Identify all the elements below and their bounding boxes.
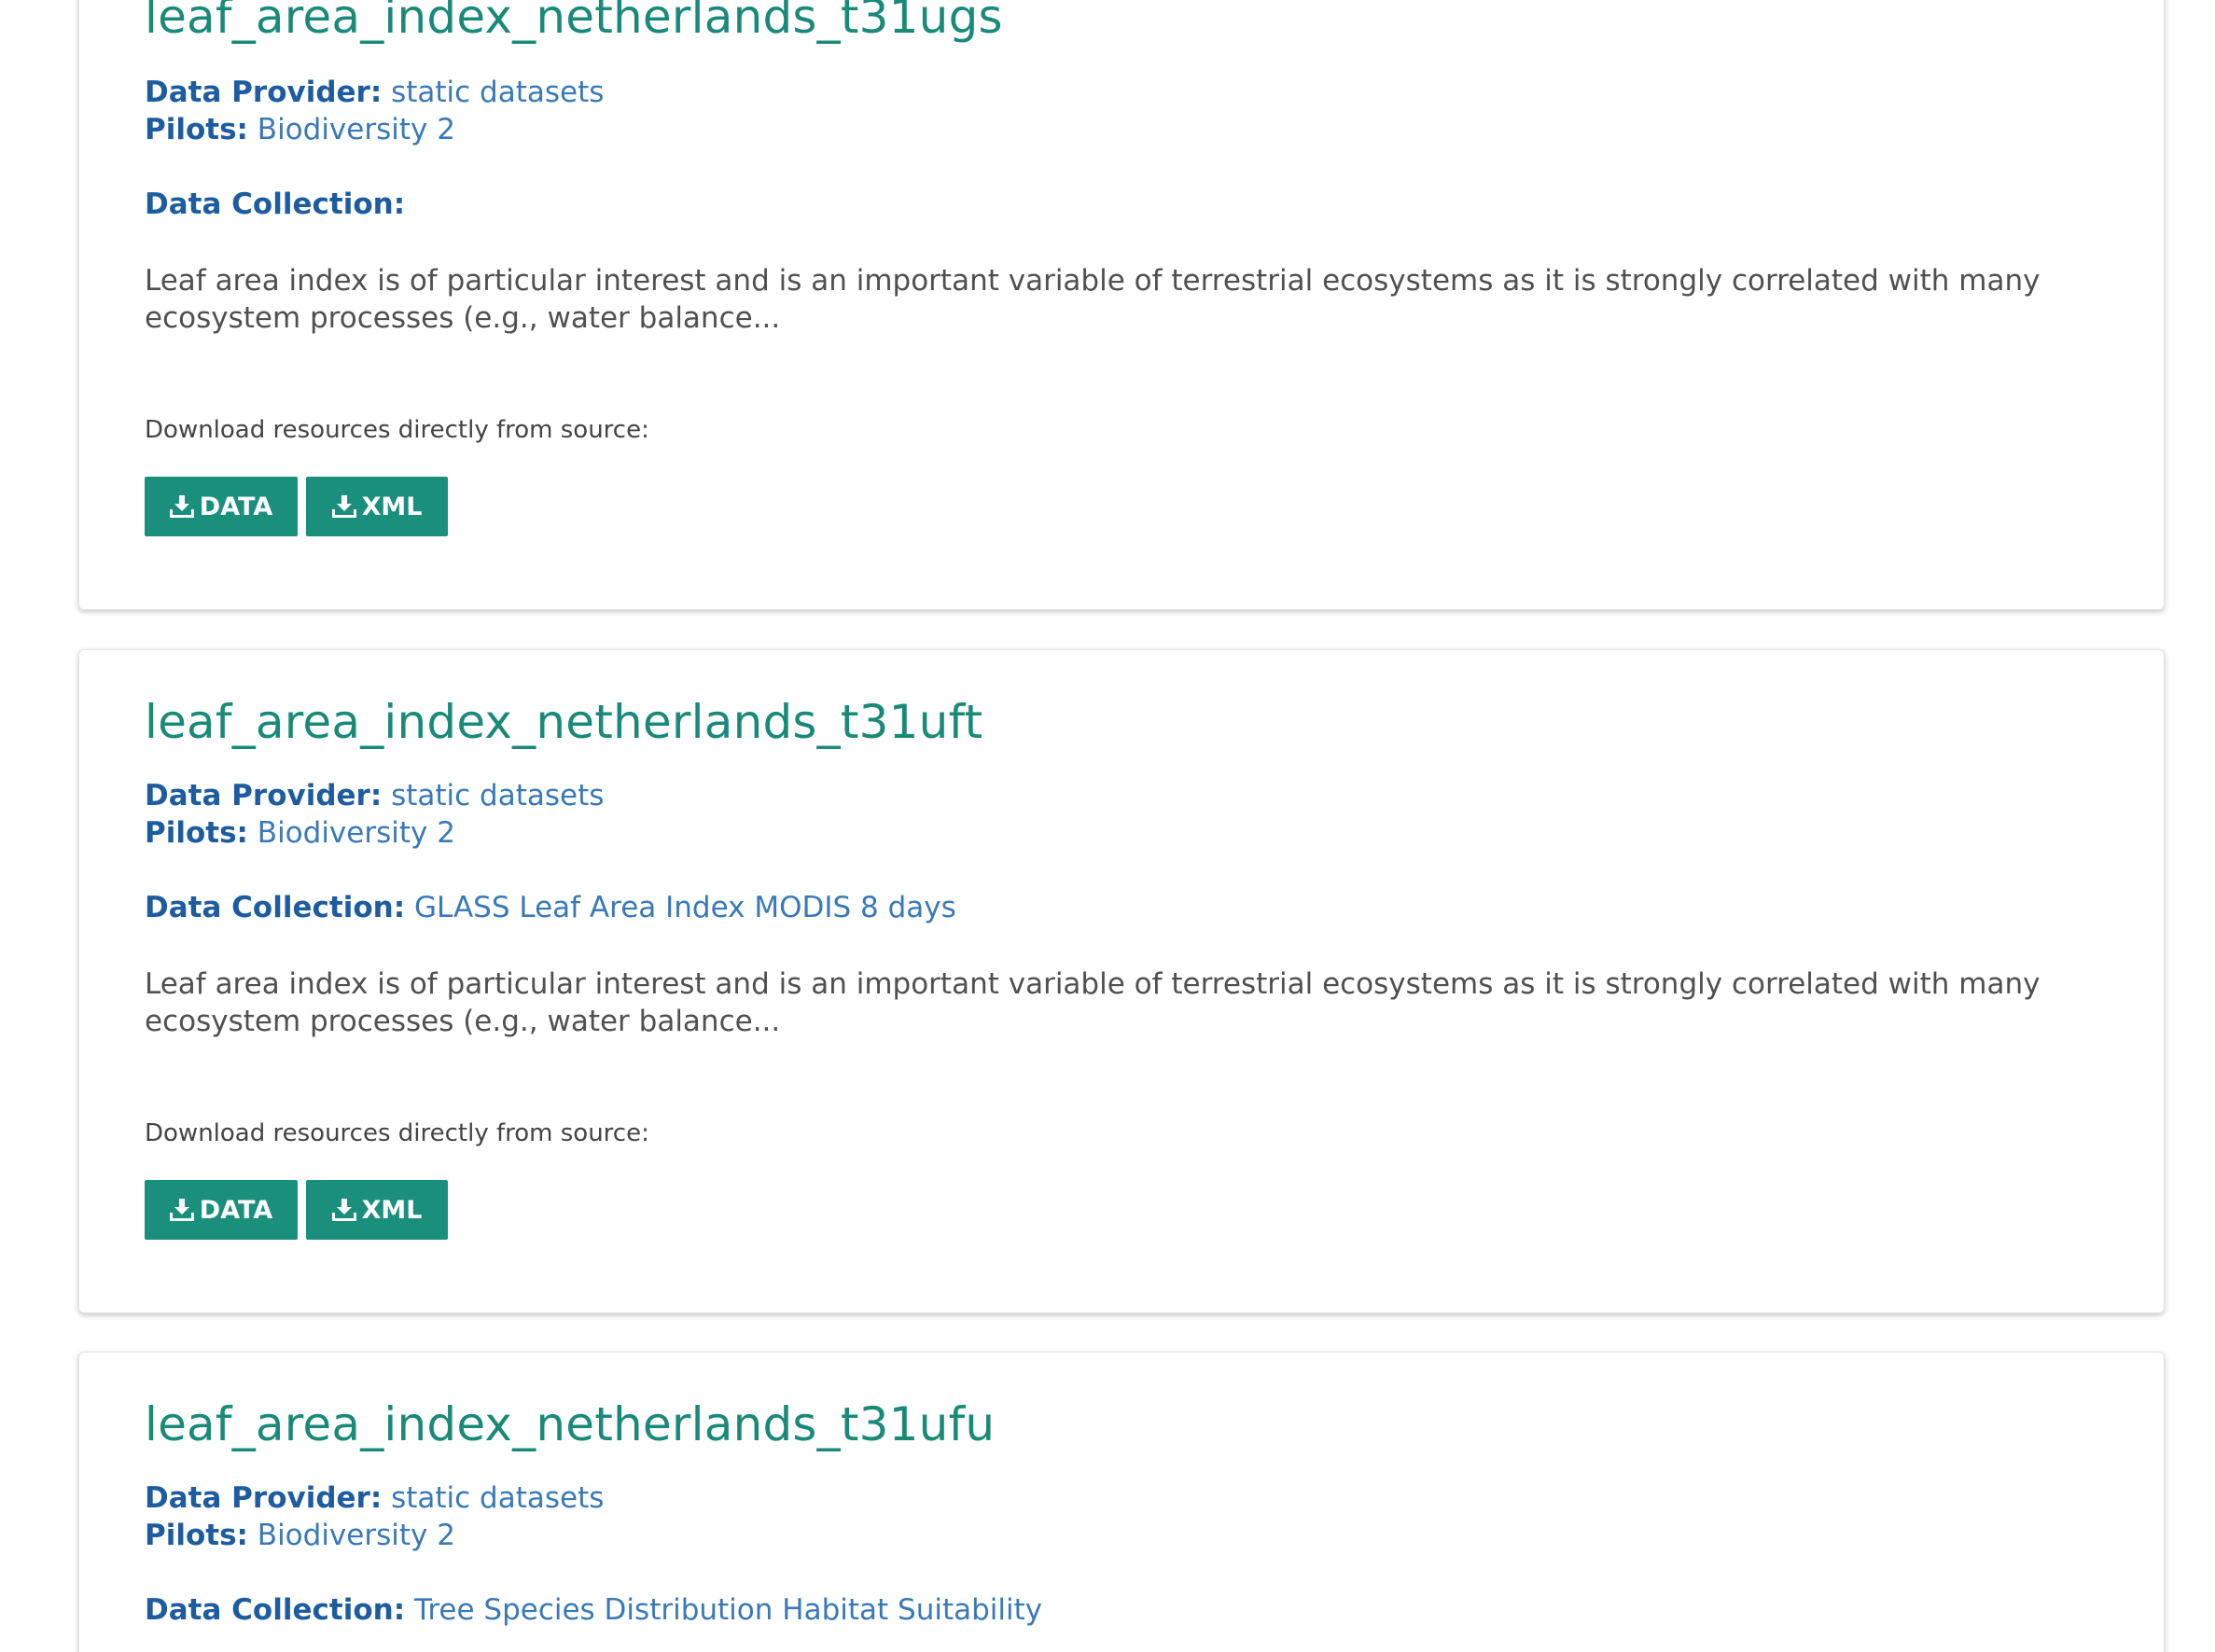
data-provider-label: Data Provider:	[145, 76, 383, 109]
download-buttons: DATA XML	[145, 1180, 448, 1240]
data-collection-link[interactable]: GLASS Leaf Area Index MODIS 8 days	[414, 891, 956, 924]
data-collection-label: Data Collection:	[145, 187, 406, 221]
pilots-link[interactable]: Biodiversity 2	[258, 113, 455, 146]
download-icon	[331, 495, 356, 518]
pilots-label: Pilots:	[145, 113, 248, 146]
download-label: Download resources directly from source:	[145, 1119, 649, 1147]
data-collection-label: Data Collection:	[145, 1593, 406, 1627]
download-data-label: DATA	[199, 1195, 273, 1225]
download-label: Download resources directly from source:	[145, 416, 649, 444]
dataset-title[interactable]: leaf_area_index_netherlands_t31uft	[145, 695, 982, 749]
data-provider-row: Data Provider: static datasets	[145, 76, 604, 109]
download-xml-label: XML	[361, 492, 423, 521]
download-xml-label: XML	[361, 1195, 423, 1225]
dataset-card: leaf_area_index_netherlands_t31uft Data …	[78, 649, 2165, 1313]
data-provider-label: Data Provider:	[145, 1481, 383, 1515]
data-provider-link[interactable]: static datasets	[391, 1481, 604, 1515]
data-collection-label: Data Collection:	[145, 891, 406, 924]
download-icon	[169, 1199, 194, 1221]
pilots-link[interactable]: Biodiversity 2	[258, 1519, 455, 1552]
download-xml-button[interactable]: XML	[306, 1180, 448, 1240]
data-provider-row: Data Provider: static datasets	[145, 1481, 604, 1515]
dataset-title[interactable]: leaf_area_index_netherlands_t31ugs	[145, 0, 1003, 44]
pilots-row: Pilots: Biodiversity 2	[145, 816, 455, 850]
data-collection-link[interactable]: Tree Species Distribution Habitat Suitab…	[414, 1593, 1042, 1627]
download-data-button[interactable]: DATA	[145, 1180, 298, 1240]
dataset-title[interactable]: leaf_area_index_netherlands_t31ufu	[145, 1397, 995, 1451]
download-data-label: DATA	[199, 492, 273, 521]
download-icon	[331, 1199, 356, 1221]
pilots-row: Pilots: Biodiversity 2	[145, 1519, 455, 1552]
download-buttons: DATA XML	[145, 477, 448, 536]
dataset-description: Leaf area index is of particular interes…	[145, 264, 2041, 335]
data-provider-label: Data Provider:	[145, 779, 383, 812]
dataset-description: Leaf area index is of particular interes…	[145, 967, 2041, 1038]
pilots-label: Pilots:	[145, 1519, 248, 1552]
data-collection-row: Data Collection: Tree Species Distributi…	[145, 1593, 1042, 1627]
data-provider-link[interactable]: static datasets	[391, 76, 604, 109]
data-collection-row: Data Collection: GLASS Leaf Area Index M…	[145, 891, 956, 924]
pilots-label: Pilots:	[145, 816, 248, 850]
data-provider-link[interactable]: static datasets	[391, 779, 604, 812]
data-provider-row: Data Provider: static datasets	[145, 779, 604, 812]
pilots-link[interactable]: Biodiversity 2	[258, 816, 455, 850]
dataset-card: leaf_area_index_netherlands_t31ugs Data …	[78, 0, 2165, 610]
download-xml-button[interactable]: XML	[306, 477, 448, 536]
dataset-list: leaf_area_index_netherlands_t31ugs Data …	[0, 0, 2215, 1652]
dataset-card: leaf_area_index_netherlands_t31ufu Data …	[78, 1352, 2165, 1652]
data-collection-row: Data Collection:	[145, 187, 405, 221]
pilots-row: Pilots: Biodiversity 2	[145, 113, 455, 146]
download-icon	[169, 495, 194, 518]
download-data-button[interactable]: DATA	[145, 477, 298, 536]
